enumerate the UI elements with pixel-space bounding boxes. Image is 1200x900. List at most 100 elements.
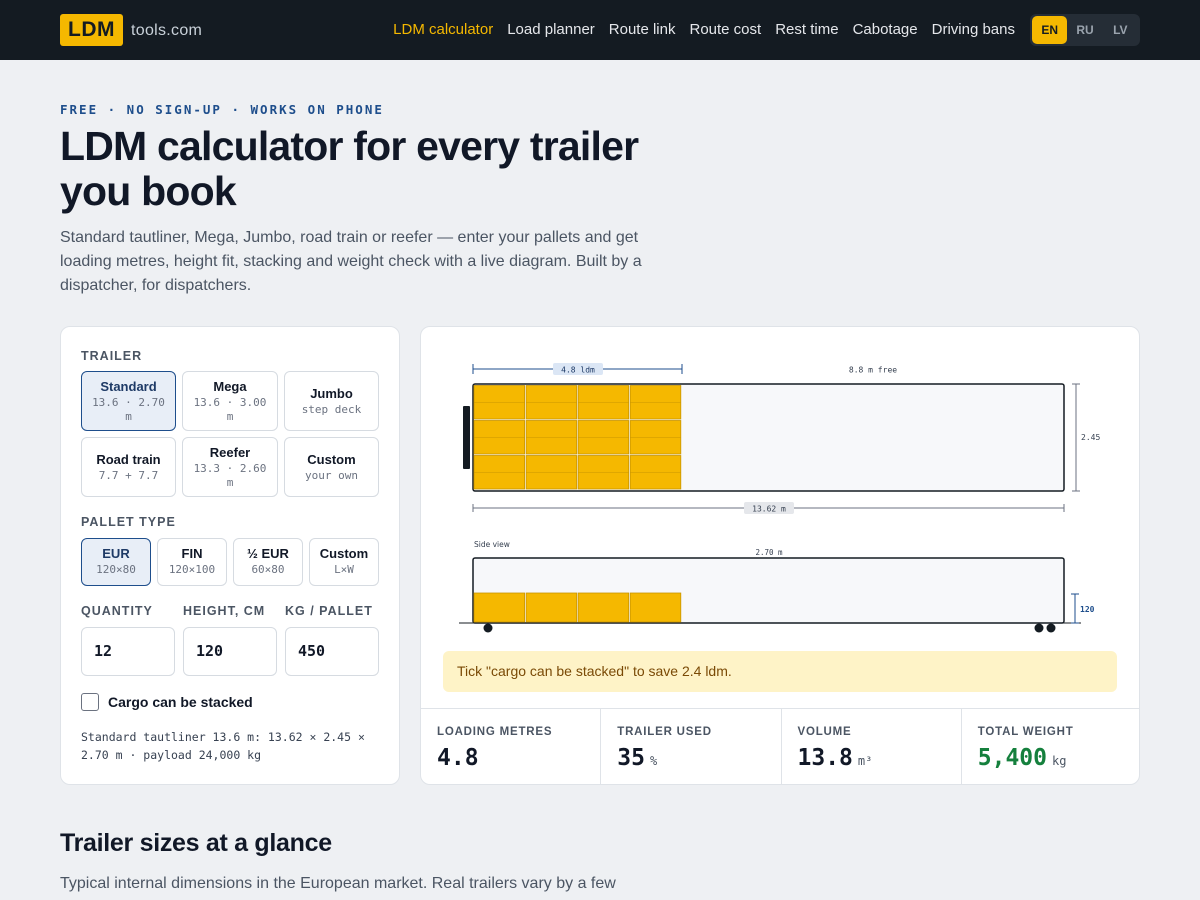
stat-value: 4.8 <box>437 745 479 771</box>
height-label: HEIGHT, CM <box>183 604 266 618</box>
lang-ru-button[interactable]: RU <box>1067 16 1102 44</box>
stat-label: LOADING METRES <box>437 726 553 738</box>
stackable-checkbox[interactable] <box>81 693 99 711</box>
pallet-side <box>577 592 630 623</box>
option-title: Jumbo <box>310 386 353 401</box>
option-spec: 13.6 · 2.70 m <box>92 396 165 423</box>
page-title: LDM calculator for every trailer you boo… <box>60 123 639 214</box>
trailer-front-bulkhead <box>463 406 470 469</box>
stacking-tip: Tick "cargo can be stacked" to save 2.4 … <box>443 651 1117 692</box>
stat-value: 35% <box>617 745 657 771</box>
rear-wheel <box>1046 623 1056 633</box>
pallet-option-fin[interactable]: FIN 120×100 <box>157 538 227 586</box>
stat-number: 5,400 <box>977 745 1047 771</box>
nav-link-load-planner[interactable]: Load planner <box>507 21 595 38</box>
trailer-option-standard[interactable]: Standard 13.6 · 2.70 m <box>81 371 176 431</box>
option-spec: 120×100 <box>168 563 216 576</box>
option-spec: your own <box>305 469 358 482</box>
trailer-option-road-train[interactable]: Road train 7.7 + 7.7 <box>81 437 176 497</box>
stat-unit: kg <box>1052 754 1067 768</box>
trailer-label: TRAILER <box>81 349 143 363</box>
stat-total-weight: TOTAL WEIGHT 5,400 kg <box>962 709 1139 784</box>
option-spec: 13.3 · 2.60 m <box>193 462 267 489</box>
option-title: Mega <box>213 379 247 394</box>
section-title: Trailer sizes at a glance <box>60 829 332 857</box>
stat-volume: VOLUME 13.8 m³ <box>782 709 962 784</box>
option-title: Standard <box>100 379 157 394</box>
front-wheel <box>483 623 493 633</box>
free-space-label: 8.8 m free <box>849 366 897 375</box>
pallet-side <box>629 592 682 623</box>
stat-trailer-used: TRAILER USED 35% <box>601 709 782 784</box>
cargo-height-label: 120 <box>1080 605 1095 614</box>
logo[interactable]: LDM <box>60 14 123 46</box>
option-title: FIN <box>181 546 203 561</box>
rear-wheel <box>1034 623 1044 633</box>
nav-links: LDM calculator Load planner Route link R… <box>393 21 1015 38</box>
calculator-form: TRAILER Standard 13.6 · 2.70 m Mega 13.6… <box>60 326 400 785</box>
hero-lead: Standard tautliner, Mega, Jumbo, road tr… <box>60 229 642 294</box>
trailer-option-custom[interactable]: Custom your own <box>284 437 379 497</box>
stackable-checkbox-label[interactable]: Cargo can be stacked <box>108 694 253 710</box>
option-spec: 7.7 + 7.7 <box>98 469 159 482</box>
nav-link-cabotage[interactable]: Cabotage <box>853 21 918 38</box>
logo-domain[interactable]: tools.com <box>131 22 202 40</box>
trailer-length-label: 13.62 m <box>752 505 786 514</box>
trailer-option-jumbo[interactable]: Jumbo step deck <box>284 371 379 431</box>
option-title: EUR <box>102 546 130 561</box>
option-title: ½ EUR <box>247 546 289 561</box>
stat-value: 5,400 kg <box>978 745 1067 771</box>
trailer-option-mega[interactable]: Mega 13.6 · 3.00 m <box>182 371 278 431</box>
nav-link-ldm-calculator[interactable]: LDM calculator <box>393 21 493 38</box>
stat-number: 4.8 <box>437 745 479 771</box>
stat-value: 13.8 m³ <box>798 745 873 771</box>
pallet-option-custom[interactable]: Custom L×W <box>309 538 379 586</box>
option-spec: 13.6 · 3.00 m <box>193 396 267 423</box>
section-subtitle: Typical internal dimensions in the Europ… <box>60 875 616 892</box>
stat-label: TRAILER USED <box>617 726 712 738</box>
stat-unit: % <box>649 754 658 768</box>
nav-link-route-link[interactable]: Route link <box>609 21 676 38</box>
language-switcher: EN RU LV <box>1030 14 1140 46</box>
option-title: Custom <box>319 546 369 561</box>
weight-label: KG / PALLET <box>285 604 373 618</box>
stat-number: 13.8 <box>797 745 853 771</box>
trailer-option-reefer[interactable]: Reefer 13.3 · 2.60 m <box>182 437 278 497</box>
pallet-option-half-eur[interactable]: ½ EUR 60×80 <box>233 538 303 586</box>
weight-per-pallet-input[interactable]: 450 <box>285 627 379 676</box>
nav-link-driving-bans[interactable]: Driving bans <box>932 21 1015 38</box>
quantity-label: QUANTITY <box>81 604 153 618</box>
stat-label: VOLUME <box>797 726 852 738</box>
option-spec: 120×80 <box>96 563 136 576</box>
pallet-side <box>473 592 525 623</box>
quantity-input[interactable]: 12 <box>81 627 175 676</box>
pallet-side <box>525 592 578 623</box>
option-title: Custom <box>307 452 356 467</box>
height-input[interactable]: 120 <box>183 627 277 676</box>
pallet-option-eur[interactable]: EUR 120×80 <box>81 538 151 586</box>
stat-unit: m³ <box>857 754 873 768</box>
nav-link-route-cost[interactable]: Route cost <box>689 21 761 38</box>
stat-loading-metres: LOADING METRES 4.8 <box>421 709 602 784</box>
used-ldm-label: 4.8 ldm <box>561 366 595 375</box>
trailer-width-label: 2.45 <box>1081 433 1100 442</box>
hero-eyebrow: FREE · NO SIGN-UP · WORKS ON PHONE <box>60 102 384 117</box>
top-nav: LDM tools.com LDM calculator Load planne… <box>0 0 1200 60</box>
option-spec: L×W <box>334 563 354 576</box>
result-panel: 4.8 ldm 8.8 m free 2.45 13.62 m Side vie… <box>420 326 1140 785</box>
side-view-title: Side view <box>474 540 510 549</box>
option-spec: step deck <box>301 403 362 416</box>
option-spec: 60×80 <box>251 563 285 576</box>
option-title: Road train <box>96 452 161 467</box>
side-height-label: 2.70 m <box>755 548 783 557</box>
stat-label: TOTAL WEIGHT <box>977 726 1074 738</box>
results-summary: LOADING METRES 4.8 TRAILER USED 35% VOLU… <box>421 708 1139 784</box>
load-diagram: 4.8 ldm 8.8 m free 2.45 13.62 m Side vie… <box>459 363 1100 633</box>
lang-en-button[interactable]: EN <box>1032 16 1068 44</box>
stat-number: 35 <box>617 745 645 771</box>
lang-lv-button[interactable]: LV <box>1103 16 1138 44</box>
option-title: Reefer <box>209 445 251 460</box>
trailer-spec-text: Standard tautliner 13.6 m: 13.62 × 2.45 … <box>81 730 365 762</box>
nav-link-rest-time[interactable]: Rest time <box>775 21 838 38</box>
pallet-type-label: PALLET TYPE <box>81 515 176 529</box>
